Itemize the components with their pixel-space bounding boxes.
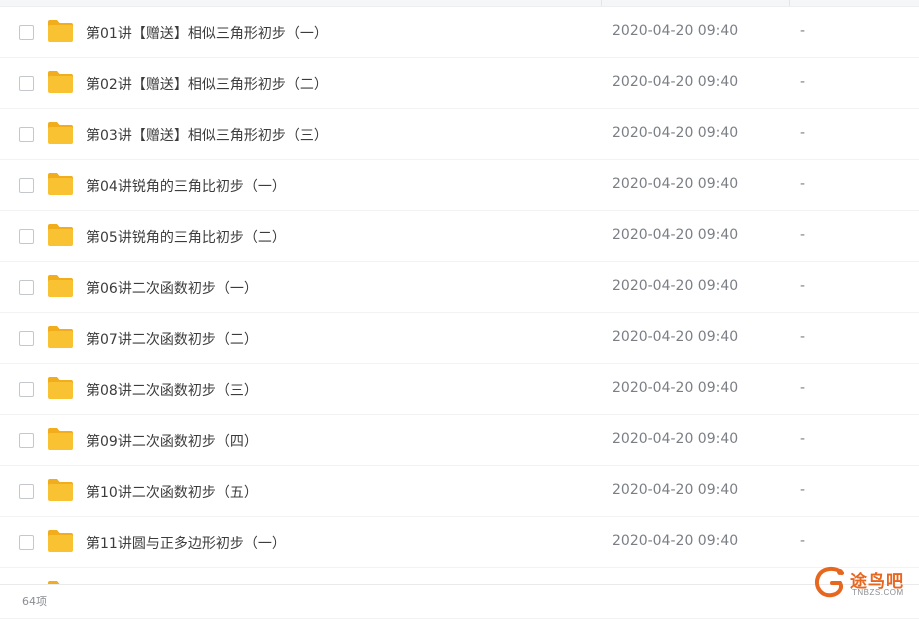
modified-date: 2020-04-20 09:40 bbox=[612, 278, 739, 294]
modified-date: 2020-04-20 09:40 bbox=[612, 431, 739, 447]
row-checkbox[interactable] bbox=[19, 382, 34, 397]
file-size: - bbox=[800, 125, 806, 141]
file-size: - bbox=[800, 533, 806, 549]
status-bar: 64项 bbox=[0, 584, 919, 608]
file-size: - bbox=[800, 74, 806, 90]
file-name[interactable]: 第03讲【赠送】相似三角形初步（三） bbox=[86, 125, 328, 145]
file-row[interactable]: 第10讲二次函数初步（五） 2020-04-20 09:40 - bbox=[0, 466, 919, 517]
file-name[interactable]: 第07讲二次函数初步（二） bbox=[86, 329, 258, 349]
row-checkbox[interactable] bbox=[19, 484, 34, 499]
folder-icon[interactable] bbox=[47, 325, 74, 349]
file-name[interactable]: 第01讲【赠送】相似三角形初步（一） bbox=[86, 23, 328, 43]
row-checkbox[interactable] bbox=[19, 535, 34, 550]
row-checkbox[interactable] bbox=[19, 331, 34, 346]
folder-icon[interactable] bbox=[47, 121, 74, 145]
file-name[interactable]: 第05讲锐角的三角比初步（二） bbox=[86, 227, 286, 247]
file-size: - bbox=[800, 176, 806, 192]
file-size: - bbox=[800, 329, 806, 345]
folder-icon[interactable] bbox=[47, 172, 74, 196]
watermark: 途鸟吧 TNBZS.COM bbox=[812, 565, 917, 599]
folder-icon[interactable] bbox=[47, 70, 74, 94]
file-name[interactable]: 第08讲二次函数初步（三） bbox=[86, 380, 258, 400]
file-size: - bbox=[800, 23, 806, 39]
folder-icon[interactable] bbox=[47, 529, 74, 553]
watermark-domain: TNBZS.COM bbox=[852, 588, 904, 597]
modified-date: 2020-04-20 09:40 bbox=[612, 74, 739, 90]
row-checkbox[interactable] bbox=[19, 127, 34, 142]
modified-date: 2020-04-20 09:40 bbox=[612, 380, 739, 396]
row-checkbox[interactable] bbox=[19, 76, 34, 91]
row-checkbox[interactable] bbox=[19, 178, 34, 193]
modified-date: 2020-04-20 09:40 bbox=[612, 23, 739, 39]
file-size: - bbox=[800, 278, 806, 294]
file-size: - bbox=[800, 227, 806, 243]
file-row[interactable]: 第03讲【赠送】相似三角形初步（三） 2020-04-20 09:40 - bbox=[0, 109, 919, 160]
folder-icon[interactable] bbox=[47, 223, 74, 247]
watermark-logo-icon bbox=[815, 566, 844, 598]
folder-icon[interactable] bbox=[47, 376, 74, 400]
file-row[interactable]: 第05讲锐角的三角比初步（二） 2020-04-20 09:40 - bbox=[0, 211, 919, 262]
file-size: - bbox=[800, 482, 806, 498]
row-checkbox[interactable] bbox=[19, 433, 34, 448]
file-row[interactable]: 第02讲【赠送】相似三角形初步（二） 2020-04-20 09:40 - bbox=[0, 58, 919, 109]
file-row[interactable]: 第07讲二次函数初步（二） 2020-04-20 09:40 - bbox=[0, 313, 919, 364]
folder-icon[interactable] bbox=[47, 427, 74, 451]
modified-date: 2020-04-20 09:40 bbox=[612, 125, 739, 141]
modified-date: 2020-04-20 09:40 bbox=[612, 482, 739, 498]
folder-icon[interactable] bbox=[47, 478, 74, 502]
file-name[interactable]: 第10讲二次函数初步（五） bbox=[86, 482, 258, 502]
file-name[interactable]: 第04讲锐角的三角比初步（一） bbox=[86, 176, 286, 196]
file-name[interactable]: 第06讲二次函数初步（一） bbox=[86, 278, 258, 298]
column-divider[interactable] bbox=[601, 0, 602, 6]
row-checkbox[interactable] bbox=[19, 229, 34, 244]
modified-date: 2020-04-20 09:40 bbox=[612, 176, 739, 192]
column-divider[interactable] bbox=[789, 0, 790, 6]
row-checkbox[interactable] bbox=[19, 25, 34, 40]
item-count: 64项 bbox=[22, 595, 47, 608]
modified-date: 2020-04-20 09:40 bbox=[612, 227, 739, 243]
file-row[interactable]: 第08讲二次函数初步（三） 2020-04-20 09:40 - bbox=[0, 364, 919, 415]
file-row[interactable]: 第06讲二次函数初步（一） 2020-04-20 09:40 - bbox=[0, 262, 919, 313]
folder-icon[interactable] bbox=[47, 19, 74, 43]
row-checkbox[interactable] bbox=[19, 280, 34, 295]
file-name[interactable]: 第02讲【赠送】相似三角形初步（二） bbox=[86, 74, 328, 94]
file-row[interactable]: 第09讲二次函数初步（四） 2020-04-20 09:40 - bbox=[0, 415, 919, 466]
column-header-bar bbox=[0, 0, 919, 7]
file-name[interactable]: 第09讲二次函数初步（四） bbox=[86, 431, 258, 451]
modified-date: 2020-04-20 09:40 bbox=[612, 329, 739, 345]
folder-icon[interactable] bbox=[47, 274, 74, 298]
file-row[interactable]: 第04讲锐角的三角比初步（一） 2020-04-20 09:40 - bbox=[0, 160, 919, 211]
file-row[interactable]: 第11讲圆与正多边形初步（一） 2020-04-20 09:40 - bbox=[0, 517, 919, 568]
modified-date: 2020-04-20 09:40 bbox=[612, 533, 739, 549]
file-size: - bbox=[800, 380, 806, 396]
file-list: 第01讲【赠送】相似三角形初步（一） 2020-04-20 09:40- 第02讲【… bbox=[0, 7, 919, 619]
file-name[interactable]: 第11讲圆与正多边形初步（一） bbox=[86, 533, 286, 553]
file-row[interactable]: 第01讲【赠送】相似三角形初步（一） 2020-04-20 09:40 - bbox=[0, 7, 919, 58]
file-size: - bbox=[800, 431, 806, 447]
